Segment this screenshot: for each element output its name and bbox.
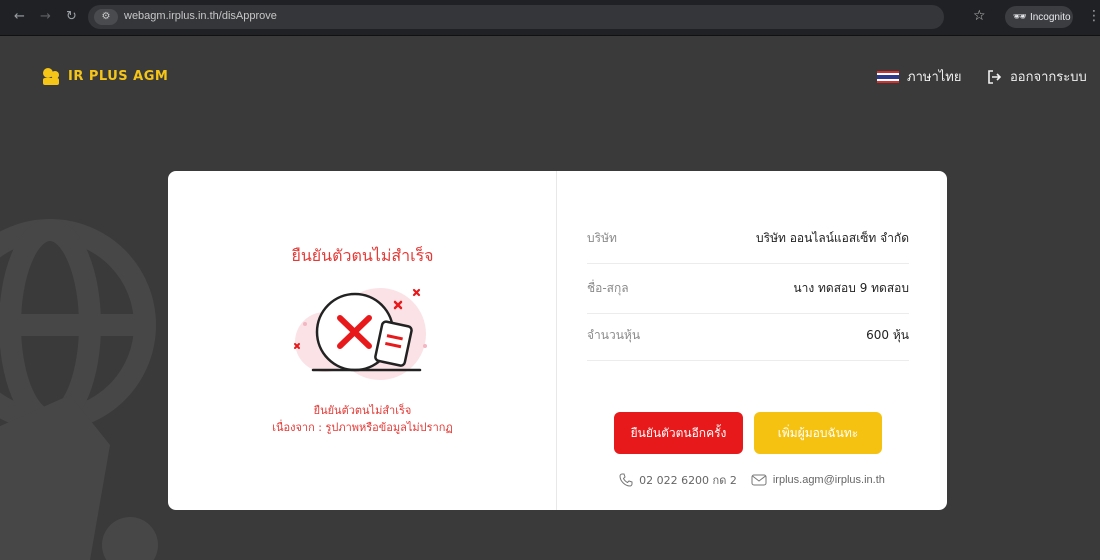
retry-verification-button[interactable]: ยืนยันตัวตนอีกครั้ง (614, 412, 743, 454)
phone-number[interactable]: 02 022 6200 กด 2 (639, 471, 737, 489)
verification-failed-message: ยืนยันตัวตนไม่สำเร็จ เนื่องจาก : รูปภาพห… (168, 402, 557, 436)
browser-toolbar: ← → ↻ ⚙ webagm.irplus.in.th/disApprove ☆… (0, 0, 1100, 36)
verification-failed-title: ยืนยันตัวตนไม่สำเร็จ (291, 246, 434, 265)
back-icon[interactable]: ← (14, 9, 25, 24)
failed-message-line1: ยืนยันตัวตนไม่สำเร็จ (313, 404, 412, 417)
language-label: ภาษาไทย (907, 70, 962, 85)
language-switcher[interactable]: ภาษาไทย (877, 66, 961, 87)
incognito-icon: 🕶 (1013, 11, 1027, 23)
info-row-shares: จำนวนหุ้น 600 หุ้น (587, 311, 909, 361)
shareholder-details-panel: บริษัท บริษัท ออนไลน์แอสเซ็ท จำกัด ชื่อ-… (557, 171, 947, 510)
info-row-company: บริษัท บริษัท ออนไลน์แอสเซ็ท จำกัด (587, 214, 909, 264)
site-info-icon[interactable]: ⚙ (94, 9, 118, 25)
url-text[interactable]: webagm.irplus.in.th/disApprove (124, 10, 277, 22)
logout-button[interactable]: ออกจากระบบ (986, 66, 1087, 87)
shares-value: 600 หุ้น (866, 328, 909, 342)
email-address[interactable]: irplus.agm@irplus.in.th (773, 474, 885, 486)
phone-icon (619, 473, 633, 487)
failed-message-line2: เนื่องจาก : รูปภาพหรือข้อมูลไม่ปรากฏ (272, 421, 453, 434)
add-proxy-button[interactable]: เพิ่มผู้มอบฉันทะ (754, 412, 882, 454)
logout-icon (988, 69, 1002, 84)
shares-label: จำนวนหุ้น (587, 328, 641, 342)
incognito-badge[interactable]: 🕶 Incognito (1005, 6, 1073, 28)
company-value: บริษัท ออนไลน์แอสเซ็ท จำกัด (756, 231, 909, 245)
logo-mark-icon (43, 68, 59, 85)
app-logo[interactable]: IR PLUS AGM (40, 66, 168, 86)
forward-icon[interactable]: → (40, 9, 51, 24)
logout-label: ออกจากระบบ (1010, 70, 1087, 85)
logo-text: IR PLUS AGM (68, 68, 169, 84)
contact-info: 02 022 6200 กด 2 irplus.agm@irplus.in.th (557, 471, 947, 489)
bookmark-star-icon[interactable]: ☆ (973, 8, 986, 24)
company-label: บริษัท (587, 231, 617, 245)
verification-failed-illustration (294, 288, 427, 380)
address-bar[interactable]: ⚙ webagm.irplus.in.th/disApprove (88, 5, 944, 29)
info-row-name: ชื่อ-สกุล นาง ทดสอบ 9 ทดสอบ (587, 264, 909, 314)
verification-status-panel: ยืนยันตัวตนไม่สำเร็จ ยืนยันตัวตนไม่สำเร็… (168, 171, 557, 510)
reload-icon[interactable]: ↻ (66, 9, 77, 24)
name-label: ชื่อ-สกุล (587, 281, 629, 295)
name-value: นาง ทดสอบ 9 ทดสอบ (793, 281, 909, 295)
menu-kebab-icon[interactable]: ⋮ (1087, 8, 1100, 24)
incognito-label: Incognito (1029, 12, 1071, 23)
mail-icon (751, 473, 767, 487)
verification-result-card: ยืนยันตัวตนไม่สำเร็จ ยืนยันตัวตนไม่สำเร็… (168, 171, 947, 510)
thai-flag-icon (877, 70, 899, 83)
